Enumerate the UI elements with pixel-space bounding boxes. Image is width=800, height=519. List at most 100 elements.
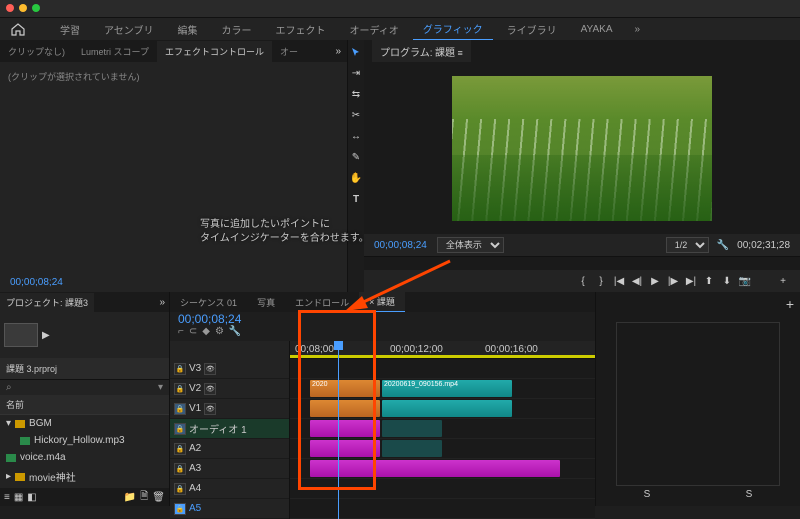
new-bin-icon[interactable]: 📁 xyxy=(124,492,136,503)
home-icon[interactable] xyxy=(10,21,26,37)
track-a3-header[interactable]: 🔒A3 xyxy=(170,459,289,479)
clip[interactable] xyxy=(310,440,380,457)
ws-tab-effects[interactable]: エフェクト xyxy=(266,19,336,40)
track-a2-header[interactable]: 🔒A2 xyxy=(170,439,289,459)
tab-audio-overflow[interactable]: オー xyxy=(272,41,306,62)
freeform-view-icon[interactable]: ◧ xyxy=(27,492,36,503)
ws-overflow-icon[interactable]: » xyxy=(635,24,641,35)
step-back-button[interactable]: ◀| xyxy=(630,274,644,288)
track-v3-header[interactable]: 🔒V3👁 xyxy=(170,359,289,379)
track-row-v1[interactable] xyxy=(290,399,595,419)
step-fwd-button[interactable]: |▶ xyxy=(666,274,680,288)
clip[interactable] xyxy=(310,460,560,477)
mark-in-button[interactable]: { xyxy=(576,274,590,288)
snap-icon[interactable]: ⌐ xyxy=(178,326,184,337)
eye-icon[interactable]: 👁 xyxy=(204,383,216,395)
selection-tool-icon[interactable] xyxy=(350,46,362,58)
list-item[interactable]: Hickory_Hollow.mp3 xyxy=(0,432,169,449)
razor-tool-icon[interactable]: ✂ xyxy=(350,109,362,121)
clip[interactable] xyxy=(382,440,442,457)
program-monitor[interactable] xyxy=(364,62,800,234)
slip-tool-icon[interactable]: ↔ xyxy=(350,130,362,142)
clip[interactable]: 20200619_090156.mp4 xyxy=(382,380,512,397)
icon-view-icon[interactable]: ▦ xyxy=(14,492,23,503)
ws-tab-color[interactable]: カラー xyxy=(212,19,262,40)
lock-icon[interactable]: 🔒 xyxy=(174,383,186,395)
program-tab[interactable]: プログラム: 課題 ≡ xyxy=(372,40,471,63)
list-view-icon[interactable]: ≡ xyxy=(4,492,10,503)
track-v2-header[interactable]: 🔒V2👁 xyxy=(170,379,289,399)
program-timecode-in[interactable]: 00;00;08;24 xyxy=(374,240,427,251)
extract-button[interactable]: ⬇ xyxy=(720,274,734,288)
new-item-icon[interactable]: 🗎 xyxy=(140,489,148,506)
lock-icon[interactable]: 🔒 xyxy=(174,463,186,475)
clip[interactable] xyxy=(310,400,380,417)
name-column-header[interactable]: 名前 xyxy=(0,395,169,415)
ws-tab-audio[interactable]: オーディオ xyxy=(340,19,409,40)
trash-icon[interactable]: 🗑 xyxy=(152,492,165,503)
eye-icon[interactable]: 👁 xyxy=(204,363,216,375)
tab-lumetri[interactable]: Lumetri スコープ xyxy=(73,41,157,62)
clip[interactable] xyxy=(310,420,380,437)
playhead[interactable] xyxy=(338,341,339,519)
pen-tool-icon[interactable]: ✎ xyxy=(350,151,362,163)
list-item[interactable]: voice.m4a xyxy=(0,449,169,466)
panel-overflow-icon[interactable]: » xyxy=(335,46,347,57)
fit-select[interactable]: 全体表示 xyxy=(437,237,504,253)
settings-icon[interactable]: ⚙ xyxy=(215,326,224,337)
window-controls[interactable] xyxy=(6,4,40,12)
export-frame-button[interactable]: 📷 xyxy=(738,274,752,288)
list-item[interactable]: ▸movie神社 xyxy=(0,466,169,487)
lock-icon[interactable]: 🔒 xyxy=(174,363,186,375)
preview-thumbnail[interactable] xyxy=(4,323,38,347)
wrench-icon[interactable]: 🔧 xyxy=(717,240,729,251)
clip[interactable]: 2020 xyxy=(310,380,380,397)
ws-tab-ayaka[interactable]: AYAKA xyxy=(571,21,623,38)
eye-icon[interactable]: 👁 xyxy=(204,403,216,415)
track-row-v2[interactable]: 2020 20200619_090156.mp4 xyxy=(290,379,595,399)
track-select-tool-icon[interactable]: ⇥ xyxy=(350,67,362,79)
hand-tool-icon[interactable]: ✋ xyxy=(350,172,362,184)
add-panel-button[interactable]: + xyxy=(786,296,794,312)
ws-tab-assembly[interactable]: アセンブリ xyxy=(94,19,164,40)
ws-tab-graphics[interactable]: グラフィック xyxy=(413,18,493,41)
add-button[interactable]: + xyxy=(776,274,790,288)
track-row-a4[interactable] xyxy=(290,479,595,499)
lift-button[interactable]: ⬆ xyxy=(702,274,716,288)
marker-icon[interactable]: ◆ xyxy=(202,326,210,337)
tab-noclip[interactable]: クリップなし) xyxy=(0,41,73,62)
track-row-a2[interactable] xyxy=(290,439,595,459)
wrench-icon[interactable]: 🔧 xyxy=(229,326,241,337)
project-tab[interactable]: プロジェクト: 課題3 xyxy=(0,293,94,312)
clip[interactable] xyxy=(382,420,442,437)
track-row-v3[interactable] xyxy=(290,359,595,379)
lock-icon[interactable]: 🔒 xyxy=(174,483,186,495)
go-to-out-button[interactable]: ▶| xyxy=(684,274,698,288)
track-area[interactable]: 00;08;00 00;00;12;00 00;00;16;00 2020 20… xyxy=(290,341,595,519)
lock-icon[interactable]: 🔒 xyxy=(174,443,186,455)
ripple-tool-icon[interactable]: ⇆ xyxy=(350,88,362,100)
tab-effect-controls[interactable]: エフェクトコントロール xyxy=(157,41,272,62)
ws-tab-edit[interactable]: 編集 xyxy=(168,19,208,40)
timeline-tab-photo[interactable]: 写真 xyxy=(247,293,285,312)
timeline-timecode[interactable]: 00;00;08;24 xyxy=(178,312,241,326)
ws-tab-library[interactable]: ライブラリ xyxy=(497,19,567,40)
filter-icon[interactable]: ▾ xyxy=(158,382,163,393)
track-row-a3[interactable] xyxy=(290,459,595,479)
mark-out-button[interactable]: } xyxy=(594,274,608,288)
track-a4-header[interactable]: 🔒A4 xyxy=(170,479,289,499)
resolution-select[interactable]: 1/2 xyxy=(666,237,709,253)
preview-play-icon[interactable]: ▶ xyxy=(42,330,50,341)
lock-icon[interactable]: 🔒 xyxy=(174,503,186,515)
play-button[interactable]: ▶ xyxy=(648,274,662,288)
timeline-tab-seq01[interactable]: シーケンス 01 xyxy=(170,293,247,312)
project-overflow-icon[interactable]: » xyxy=(155,297,169,308)
list-item[interactable]: ▾BGM xyxy=(0,415,169,432)
track-a1-header[interactable]: 🔒オーディオ 1 xyxy=(170,419,289,439)
track-v1-header[interactable]: 🔒V1👁 xyxy=(170,399,289,419)
linked-selection-icon[interactable]: ⊂ xyxy=(189,326,197,337)
go-to-in-button[interactable]: |◀ xyxy=(612,274,626,288)
search-icon[interactable]: ⌕ xyxy=(6,382,12,393)
track-row-a1[interactable] xyxy=(290,419,595,439)
lock-icon[interactable]: 🔒 xyxy=(174,423,186,435)
